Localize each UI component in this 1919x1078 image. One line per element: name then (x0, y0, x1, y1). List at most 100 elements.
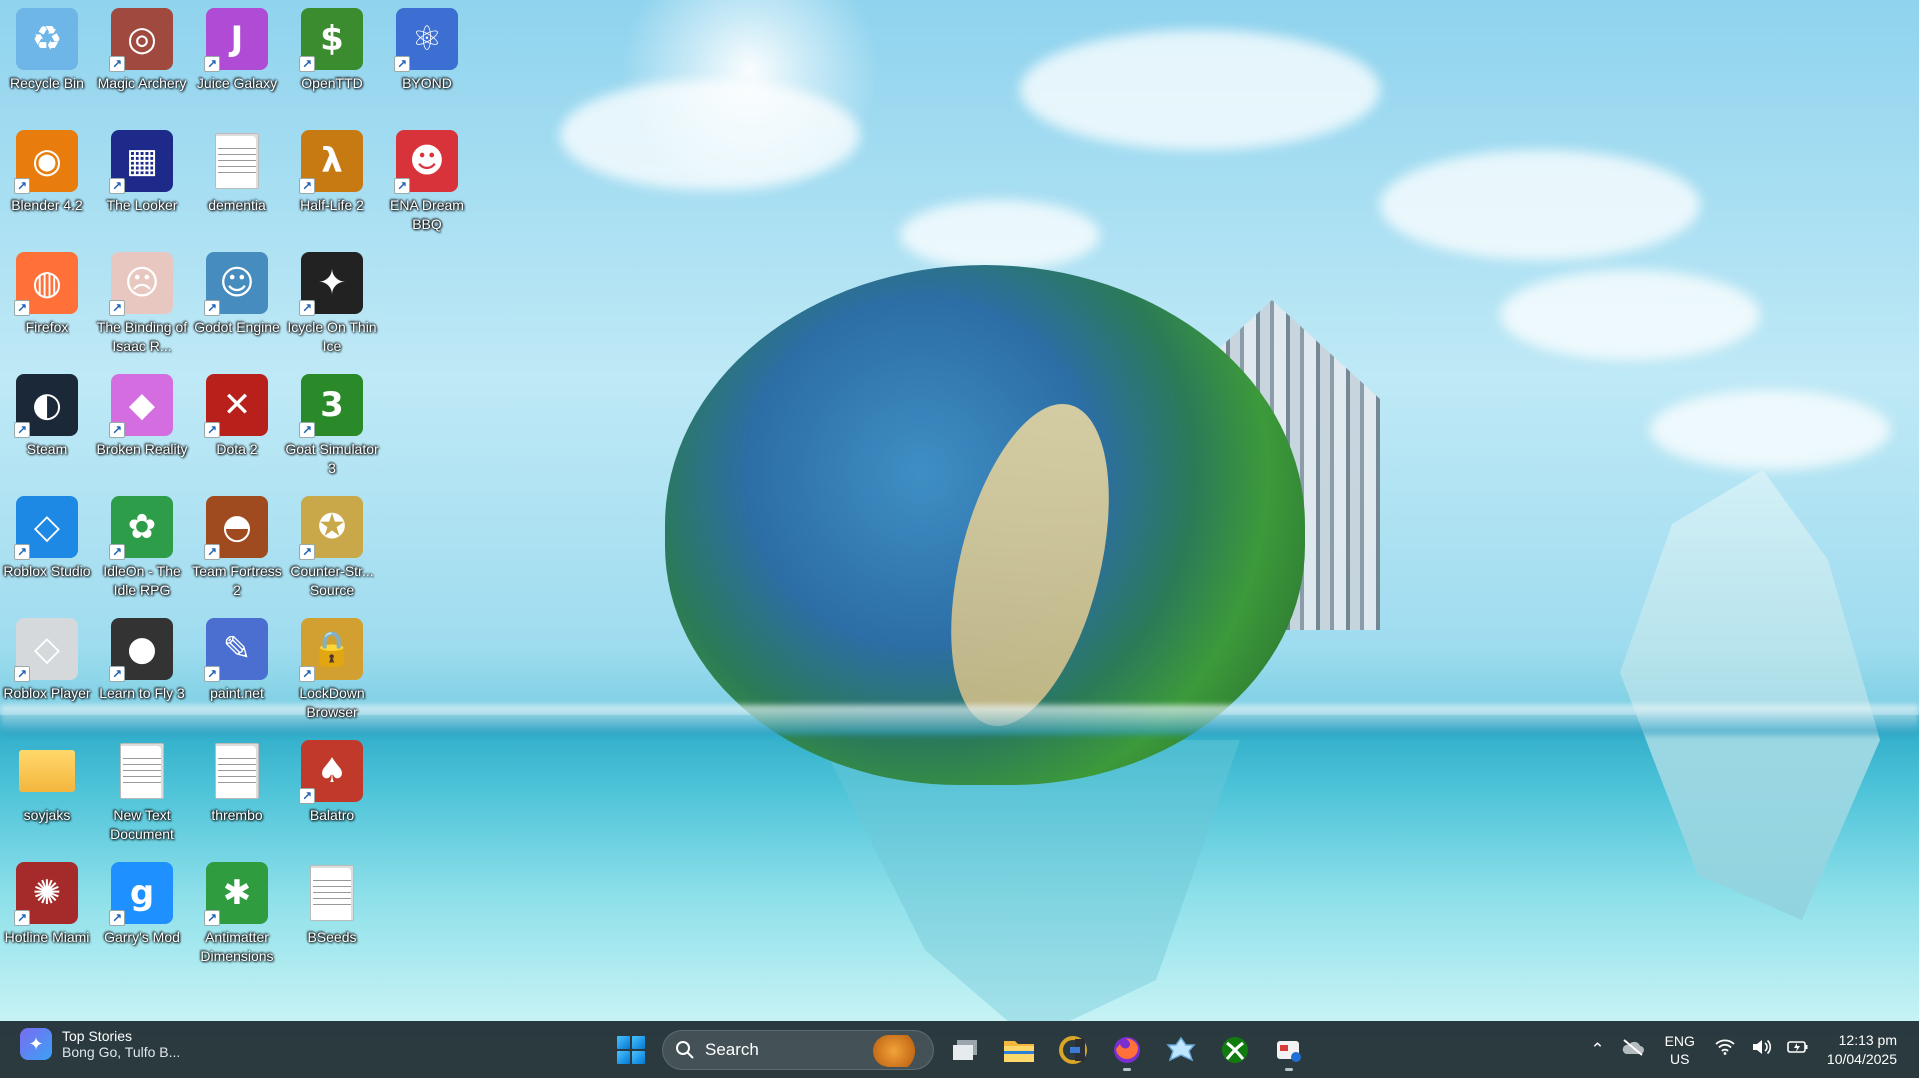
desktop-icon[interactable]: ◉ ↗ Blender 4.2 (0, 126, 94, 236)
firefox-icon (1114, 1036, 1140, 1063)
lang-code: ENG (1664, 1032, 1695, 1049)
desktop-icon[interactable]: ✦ ↗ Icycle On Thin Ice (285, 248, 379, 358)
desktop-icon-label: BSeeds (307, 929, 357, 945)
desktop-icon[interactable]: ☺ ↗ Godot Engine (190, 248, 284, 358)
desktop-icon[interactable]: ◎ ↗ Magic Archery (95, 4, 189, 114)
app-icon: 3 ↗ (299, 374, 363, 438)
search-icon (676, 1040, 694, 1059)
desktop-icon[interactable]: soyjaks (0, 736, 94, 846)
desktop-icon[interactable]: ☹ ↗ The Binding of Isaac R... (95, 248, 189, 358)
desktop-icon[interactable]: ♠ ↗ Balatro (285, 736, 379, 846)
desktop-icon[interactable]: ✺ ↗ Hotline Miami (0, 858, 94, 968)
firefox-taskbar-button[interactable] (1104, 1027, 1150, 1072)
desktop-icon-label: Blender 4.2 (11, 197, 83, 213)
input-language-indicator[interactable]: ENG US (1653, 1032, 1707, 1068)
desktop-icon-label: The Binding of Isaac R... (96, 319, 188, 354)
cheat-engine-button[interactable] (1050, 1027, 1096, 1072)
app-icon: ◆ ↗ (109, 374, 173, 438)
gamepad-icon (1166, 1036, 1196, 1061)
desktop-icon[interactable]: ◇ ↗ Roblox Player (0, 614, 94, 724)
shortcut-arrow-icon: ↗ (299, 300, 315, 316)
snipping-tool-button[interactable] (1266, 1027, 1312, 1072)
shortcut-arrow-icon: ↗ (299, 178, 315, 194)
desktop-icon-label: ENA Dream BBQ (390, 197, 464, 232)
app-icon: λ ↗ (299, 130, 363, 194)
desktop-icon[interactable]: ✿ ↗ IdleOn - The Idle RPG (95, 492, 189, 602)
desktop-icon[interactable]: ◐ ↗ Steam (0, 370, 94, 480)
show-hidden-icons-chevron-icon[interactable]: ⌃ (1582, 1040, 1612, 1060)
desktop-icon-label: Godot Engine (194, 319, 280, 335)
app-icon: g ↗ (109, 862, 173, 926)
desktop-icon[interactable]: ◇ ↗ Roblox Studio (0, 492, 94, 602)
desktop-icon-label: Goat Simulator 3 (285, 441, 379, 476)
clock-date: 10/04/2025 (1826, 1050, 1897, 1067)
desktop-icon[interactable]: BSeeds (285, 858, 379, 968)
desktop-icon-label: Juice Galaxy (196, 75, 278, 91)
news-widget[interactable]: ✦ Top Stories Bong Go, Tulfo B... (20, 1028, 180, 1060)
desktop-icon[interactable]: ◓ ↗ Team Fortress 2 (190, 492, 284, 602)
desktop-icon-label: Antimatter Dimensions (200, 929, 274, 964)
app-icon: ◐ ↗ (14, 374, 78, 438)
shortcut-arrow-icon: ↗ (299, 788, 315, 804)
desktop-icon-label: The Looker (106, 197, 178, 213)
desktop-icon[interactable]: 3 ↗ Goat Simulator 3 (285, 370, 379, 480)
shortcut-arrow-icon: ↗ (394, 178, 410, 194)
app-icon: ● ↗ (109, 618, 173, 682)
desktop-icon[interactable]: ✪ ↗ Counter-Str... Source (285, 492, 379, 602)
desktop-icon-label: dementia (208, 197, 266, 213)
shortcut-arrow-icon: ↗ (14, 300, 30, 316)
desktop-icon[interactable]: ⚛ ↗ BYOND (380, 4, 474, 114)
desktop-icon[interactable]: New Text Document (95, 736, 189, 846)
app-icon: ▦ ↗ (109, 130, 173, 194)
clock[interactable]: 12:13 pm 10/04/2025 (1817, 1031, 1919, 1069)
wifi-icon[interactable] (1707, 1039, 1743, 1060)
app-icon: ◓ ↗ (204, 496, 268, 560)
app-icon: $ ↗ (299, 8, 363, 72)
desktop-icon-label: Broken Reality (96, 441, 188, 457)
xbox-icon (1222, 1036, 1248, 1063)
file-explorer-button[interactable] (996, 1027, 1042, 1072)
app-icon: ◇ ↗ (14, 618, 78, 682)
desktop-icon-grid: ♻ Recycle Bin ◎ ↗ Magic Archery J ↗ Juice Galax… (0, 0, 480, 1020)
desktop-icon[interactable]: ✕ ↗ Dota 2 (190, 370, 284, 480)
desktop-icon[interactable]: J ↗ Juice Galaxy (190, 4, 284, 114)
desktop-icon-label: Roblox Studio (3, 563, 91, 579)
shortcut-arrow-icon: ↗ (109, 300, 125, 316)
lang-region: US (1670, 1050, 1690, 1067)
desktop-icon[interactable]: thrembo (190, 736, 284, 846)
task-view-button[interactable] (942, 1027, 988, 1072)
desktop-icon[interactable]: ◍ ↗ Firefox (0, 248, 94, 358)
desktop-icon-label: Balatro (309, 807, 355, 823)
desktop-icon[interactable]: ● ↗ Learn to Fly 3 (95, 614, 189, 724)
game-controller-button[interactable] (1158, 1027, 1204, 1072)
text-document-icon (111, 740, 173, 802)
desktop-icon[interactable]: λ ↗ Half-Life 2 (285, 126, 379, 236)
task-view-icon (953, 1039, 977, 1060)
text-document-icon (206, 740, 268, 802)
desktop-icon[interactable]: ◆ ↗ Broken Reality (95, 370, 189, 480)
desktop-icon[interactable]: $ ↗ OpenTTD (285, 4, 379, 114)
search-placeholder: Search (705, 1039, 759, 1059)
desktop-icon[interactable]: 🔒 ↗ LockDown Browser (285, 614, 379, 724)
onedrive-offline-icon[interactable] (1613, 1038, 1653, 1061)
desktop-icon[interactable]: ▦ ↗ The Looker (95, 126, 189, 236)
xbox-button[interactable] (1212, 1027, 1258, 1072)
volume-icon[interactable] (1743, 1038, 1779, 1061)
app-icon: J ↗ (204, 8, 268, 72)
desktop-icon[interactable]: g ↗ Garry's Mod (95, 858, 189, 968)
desktop-icon[interactable]: ✱ ↗ Antimatter Dimensions (190, 858, 284, 968)
app-icon: ⚛ ↗ (394, 8, 458, 72)
desktop-icon[interactable]: dementia (190, 126, 284, 236)
desktop-icon[interactable]: ✎ ↗ paint.net (190, 614, 284, 724)
desktop-icon[interactable]: ♻ Recycle Bin (0, 4, 94, 114)
battery-charging-icon[interactable] (1779, 1039, 1817, 1060)
app-icon: ✺ ↗ (14, 862, 78, 926)
taskbar-search-box[interactable]: Search (662, 1029, 934, 1070)
shortcut-arrow-icon: ↗ (204, 422, 220, 438)
start-button[interactable] (608, 1027, 654, 1072)
shortcut-arrow-icon: ↗ (204, 544, 220, 560)
shortcut-arrow-icon: ↗ (109, 544, 125, 560)
app-icon: ☻ ↗ (394, 130, 458, 194)
desktop-icon-label: paint.net (210, 685, 264, 701)
desktop-icon[interactable]: ☻ ↗ ENA Dream BBQ (380, 126, 474, 236)
